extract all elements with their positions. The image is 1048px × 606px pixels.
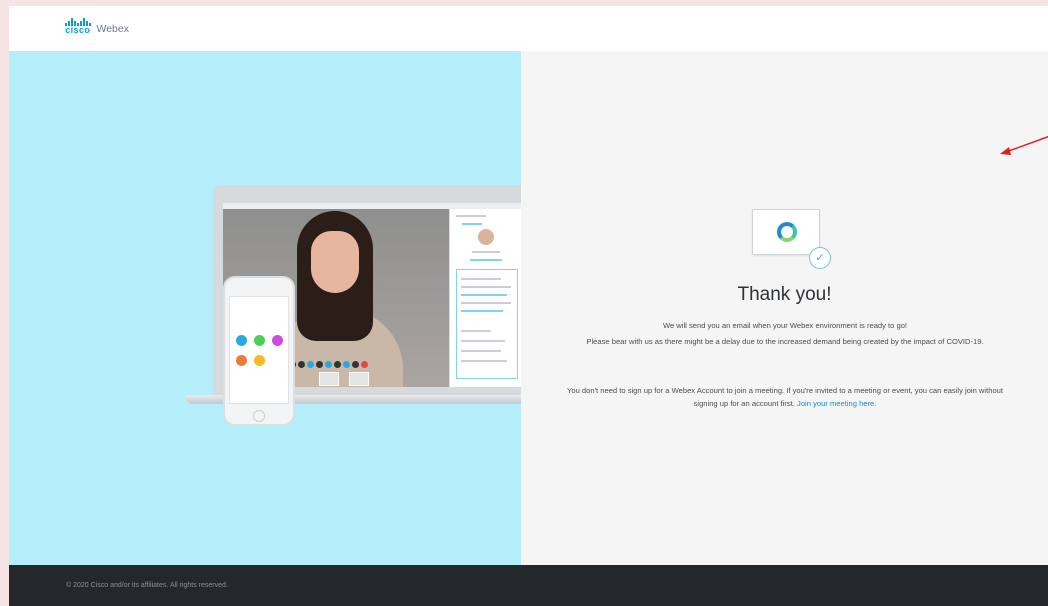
contact-avatar (478, 229, 494, 245)
phone-home-button (253, 410, 265, 422)
page-title: Thank you! (737, 284, 832, 305)
cisco-logo-icon: cisco (65, 18, 91, 35)
participant-dots (289, 361, 368, 368)
webex-wordmark: Webex (96, 23, 130, 35)
account-note: You don't need to sign up for a Webex Ac… (565, 384, 1005, 410)
join-meeting-link[interactable]: Join your meeting here. (797, 399, 876, 408)
phone-screen (229, 296, 289, 404)
cisco-wordmark: cisco (65, 25, 91, 35)
footer: © 2020 Cisco and/or its affiliates. All … (9, 565, 1048, 606)
email-notice: We will send you an email when your Webe… (662, 321, 908, 330)
delay-notice: Please bear with us as there might be a … (586, 337, 984, 346)
phone-illustration (223, 276, 295, 426)
page-frame: cisco Webex ✓ Thank you! We will send yo… (9, 6, 1048, 606)
webex-app-icon (752, 209, 820, 255)
red-arrow-icon (1000, 135, 1048, 155)
account-note-text: You don't need to sign up for a Webex Ac… (566, 386, 1003, 408)
cisco-webex-logo[interactable]: cisco Webex (65, 18, 129, 35)
hero-illustration-panel (9, 51, 521, 565)
confirmation-panel: ✓ Thank you! We will send you an email w… (521, 51, 1048, 565)
participants-panel (449, 209, 521, 387)
copyright-text: © 2020 Cisco and/or its affiliates. All … (66, 582, 228, 589)
contact-details-box (456, 269, 518, 379)
header: cisco Webex (9, 6, 1048, 51)
checkmark-icon: ✓ (809, 247, 831, 269)
